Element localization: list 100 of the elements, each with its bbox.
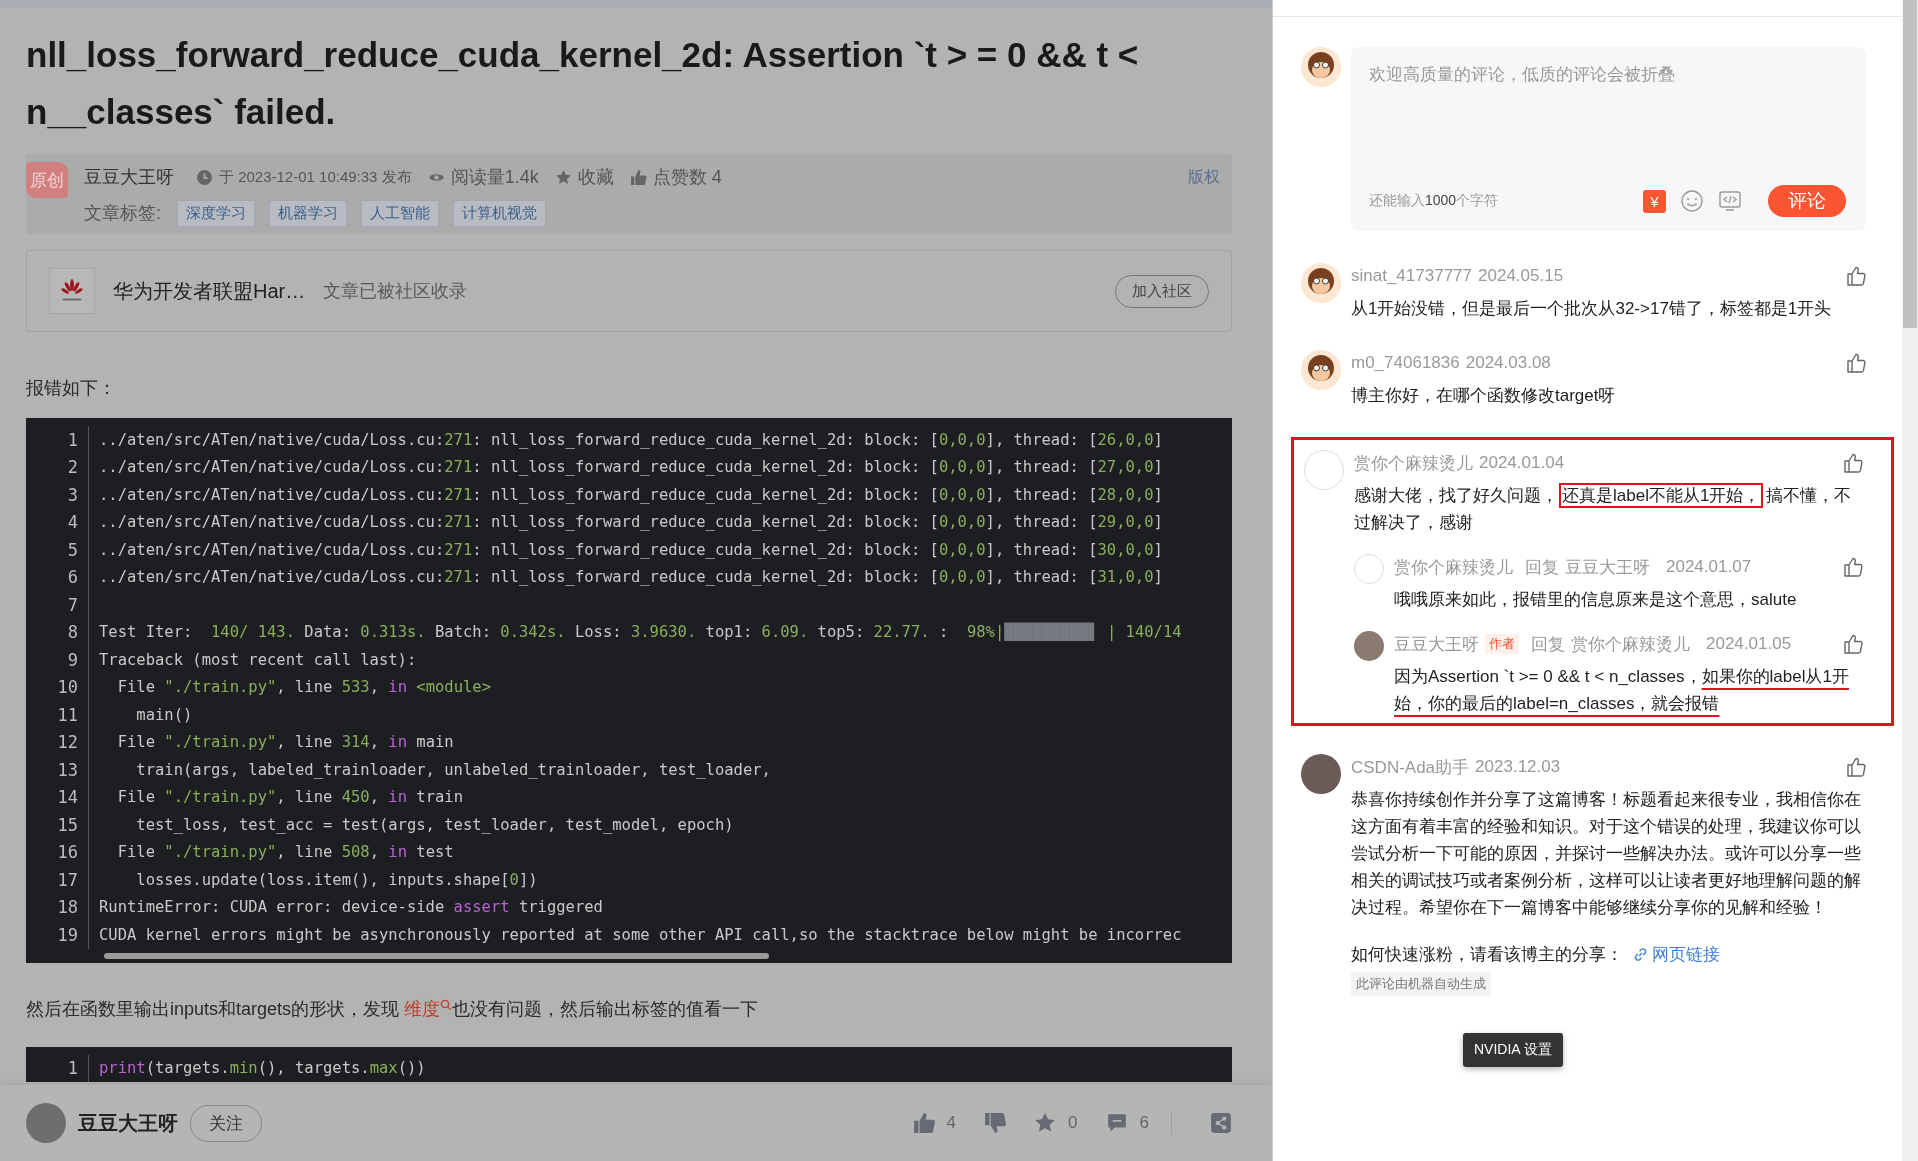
article-tag[interactable]: 人工智能 <box>361 199 439 227</box>
author-tag: 作者 <box>1485 634 1519 654</box>
code-line: File "./train.py", line 450, in train <box>116 788 463 807</box>
user-name[interactable]: 豆豆大王呀 <box>1394 632 1479 656</box>
original-badge: 原创 <box>26 162 68 198</box>
line-number: 7 <box>26 591 89 619</box>
line-number: 14 <box>26 783 89 811</box>
comment-text: 因为Assertion `t >= 0 && t < n_classes，如果你的label从1开始，你的最后的label=n_classes，就会报错 <box>1394 666 1850 715</box>
line-number: 6 <box>26 563 89 591</box>
share-prompt: 如何快速涨粉，请看该博主的分享： 网页链接 <box>1351 944 1721 966</box>
line-number: 18 <box>26 893 89 921</box>
vertical-scrollbar[interactable] <box>1902 0 1918 1161</box>
code-line: File "./train.py", line 314, in main <box>116 733 454 752</box>
comment-icon[interactable] <box>1105 1112 1128 1134</box>
user-name[interactable]: sinat_41737777 <box>1351 266 1472 286</box>
code-line: ../aten/src/ATen/native/cuda/Loss.cu:271: nll_loss_forward_reduce_cuda_kernel_2d: block: [0,0,0], thread: [29,0,0] <box>98 513 1163 532</box>
line-number: 11 <box>26 701 89 729</box>
copyright-link[interactable]: 版权 <box>1188 166 1220 188</box>
code-line: ../aten/src/ATen/native/cuda/Loss.cu:271: nll_loss_forward_reduce_cuda_kernel_2d: block: [0,0,0], thread: [27,0,0] <box>98 458 1163 477</box>
comment-text: 从1开始没错，但是最后一个批次从32->17错了，标签都是1开头 <box>1351 298 1833 320</box>
author-link[interactable]: 豆豆大王呀 <box>84 165 174 189</box>
user-avatar[interactable] <box>1354 631 1384 661</box>
comment-input-box[interactable]: 欢迎高质量的评论，低质的评论会被折叠 还能输入1000个字符 ¥ 评论 <box>1351 47 1866 231</box>
read-count: 阅读量1.4k <box>450 166 539 189</box>
action-count: 0 <box>1068 1113 1078 1133</box>
article-tag[interactable]: 深度学习 <box>177 199 255 227</box>
user-name[interactable]: 豆豆大王呀 <box>1565 555 1650 579</box>
thumbs-down-icon[interactable] <box>984 1112 1007 1134</box>
community-note: 文章已被社区收录 <box>323 280 468 303</box>
code-line: ../aten/src/ATen/native/cuda/Loss.cu:271: nll_loss_forward_reduce_cuda_kernel_2d: block: [0,0,0], thread: [26,0,0] <box>98 430 1163 449</box>
submit-comment-button[interactable]: 评论 <box>1768 185 1846 217</box>
line-number: 1 <box>26 1054 89 1082</box>
comment-date: 2024.03.08 <box>1465 353 1551 373</box>
author-name[interactable]: 豆豆大王呀 <box>78 1109 178 1137</box>
line-number: 19 <box>26 921 89 949</box>
user-avatar[interactable] <box>1301 754 1341 794</box>
comment-text: 感谢大佬，找了好久问题， 还真是label不能从1开始， 搞不懂，不过解决了，感谢 <box>1354 482 1863 536</box>
line-number: 12 <box>26 728 89 756</box>
reward-button[interactable]: ¥ <box>1643 189 1666 213</box>
comment-date: 2024.01.04 <box>1479 453 1565 473</box>
comment-date: 2024.01.07 <box>1666 557 1752 577</box>
line-number: 4 <box>26 508 89 536</box>
author-avatar[interactable] <box>26 1103 66 1143</box>
star-icon[interactable] <box>1034 1112 1057 1134</box>
thumbs-up-icon[interactable] <box>1846 757 1866 777</box>
follow-button[interactable]: 关注 <box>190 1104 262 1142</box>
keyword-link[interactable]: 维度 <box>404 998 453 1019</box>
line-number: 3 <box>26 481 89 509</box>
thumbs-up-icon[interactable] <box>1843 634 1863 654</box>
like-count: 点赞数 4 <box>652 166 722 189</box>
thumbs-up-icon[interactable] <box>1843 453 1863 473</box>
emoji-icon[interactable] <box>1680 189 1704 213</box>
auto-generated-note: 此评论由机器自动生成 <box>1351 972 1491 996</box>
code-line: main() <box>135 705 193 724</box>
action-count: 6 <box>1139 1113 1149 1133</box>
user-name[interactable]: 赏你个麻辣烫儿 <box>1354 451 1473 475</box>
comment-text: 博主你好，在哪个函数修改target呀 <box>1351 385 1617 407</box>
line-number: 10 <box>26 673 89 701</box>
code-line: test_loss, test_acc = test(args, test_loader, test_model, epoch) <box>135 815 734 834</box>
thumbs-up-icon[interactable] <box>1843 557 1863 577</box>
user-name[interactable]: CSDN-Ada助手 <box>1351 755 1470 779</box>
thumbs-up-icon[interactable] <box>629 168 647 186</box>
clock-icon <box>196 168 213 186</box>
comment-text: 恭喜你持续创作并分享了这篇博客！标题看起来很专业，我相信你在这方面有着丰富的经验和知识。对于这个错误的处理，我建议你可以尝试分析一下可能的原因，并探讨一些解决办法。或许可以分享一些相关的调试技巧或者案例分析，这样可以让读者更好地理解问题的解决过程。希望你在下一篇博客中能够继续分享你的见解和经验！ <box>1351 789 1862 919</box>
article-tag[interactable]: 机器学习 <box>269 199 347 227</box>
thumbs-up-icon[interactable] <box>1846 266 1866 286</box>
tooltip: NVIDIA 设置 <box>1463 1033 1563 1067</box>
code-line: losses.update(loss.item(), inputs.shape[0]) <box>135 870 538 889</box>
code-line: CUDA kernel errors might be asynchronously reported at some other API call,so the stacktrace below might be incorrec <box>98 925 1182 944</box>
comment-date: 2024.05.15 <box>1478 266 1564 286</box>
body-text: 报错如下： <box>26 377 117 400</box>
thumbs-up-icon[interactable] <box>1846 353 1866 373</box>
star-icon[interactable] <box>554 168 572 186</box>
comment-text: 哦哦原来如此，报错里的信息原来是这个意思，salute <box>1394 589 1798 611</box>
user-avatar[interactable] <box>1301 263 1341 303</box>
code-line: File "./train.py", line 508, in test <box>116 843 454 862</box>
user-name[interactable]: m0_74061836 <box>1351 353 1460 373</box>
code-line: Test Iter: 140/ 143. Data: 0.313s. Batch: 0.342s. Loss: 3.9630. top1: 6.09. top5: 22.77. : 98%|█████████▋ | 140/14 <box>98 623 1182 642</box>
user-name[interactable]: 赏你个麻辣烫儿 <box>1571 632 1690 656</box>
line-number: 17 <box>26 866 89 894</box>
code-line: RuntimeError: CUDA error: device-side assert triggered <box>98 898 603 917</box>
line-number: 15 <box>26 811 89 839</box>
article-tag[interactable]: 计算机视觉 <box>453 199 546 227</box>
community-name[interactable]: 华为开发者联盟Har… <box>113 277 306 305</box>
code-line: ../aten/src/ATen/native/cuda/Loss.cu:271: nll_loss_forward_reduce_cuda_kernel_2d: block: [0,0,0], thread: [31,0,0] <box>98 568 1163 587</box>
search-icon[interactable] <box>440 998 453 1011</box>
comment-input-field[interactable]: 欢迎高质量的评论，低质的评论会被折叠 <box>1369 59 1846 185</box>
web-link[interactable]: 网页链接 <box>1633 945 1720 964</box>
code-icon[interactable] <box>1718 189 1742 213</box>
user-avatar[interactable] <box>1301 350 1341 390</box>
user-name[interactable]: 赏你个麻辣烫儿 <box>1394 555 1513 579</box>
link-icon[interactable] <box>1633 947 1648 962</box>
code-line: print(targets.min(), targets.max()) <box>98 1059 426 1078</box>
thumbs-up-icon[interactable] <box>912 1112 935 1134</box>
favorite-label[interactable]: 收藏 <box>577 165 614 189</box>
code-line: File "./train.py", line 533, in <module> <box>116 678 491 697</box>
line-number: 1 <box>26 426 89 454</box>
share-icon[interactable] <box>1210 1112 1232 1134</box>
line-number: 9 <box>26 646 89 674</box>
user-avatar <box>1301 47 1341 87</box>
